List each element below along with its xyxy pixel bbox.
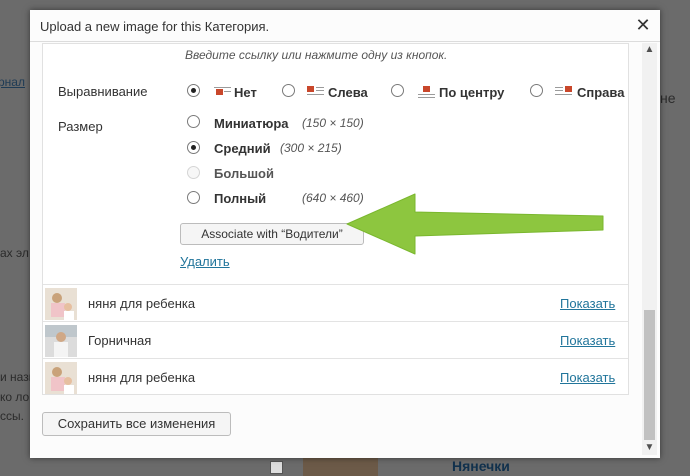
media-row: Горничная Показать [43,321,628,358]
alignment-center-radio[interactable] [391,84,404,97]
show-link[interactable]: Показать [560,296,615,311]
alignment-label: Выравнивание [58,84,148,99]
background-checkbox [270,461,283,474]
modal-header: Upload a new image for this Категория. ✕ [30,10,660,42]
background-text-fragment: не [660,90,676,106]
background-text-fragment: ко ло [0,390,30,404]
size-thumbnail-dims: (150 × 150) [302,116,364,130]
size-thumbnail-radio[interactable] [187,115,200,128]
background-link-fragment: рнал [0,75,25,89]
alignment-left-label: Слева [328,85,368,100]
background-text-fragment: ах эл [0,246,29,260]
media-title: няня для ребенка [88,370,196,385]
size-medium-radio[interactable] [187,141,200,154]
media-thumbnail [45,362,77,394]
media-title: няня для ребенка [88,296,196,311]
media-title: Горничная [88,333,152,348]
size-thumbnail-label: Миниатюра [214,116,289,131]
show-link[interactable]: Показать [560,333,615,348]
media-thumbnail [45,288,77,320]
size-full-radio[interactable] [187,191,200,204]
align-left-icon [307,86,324,98]
size-large-label: Большой [214,166,274,181]
show-link[interactable]: Показать [560,370,615,385]
size-full-label: Полный [214,191,267,206]
alignment-left-radio[interactable] [282,84,295,97]
alignment-none-label: Нет [234,85,257,100]
save-all-button[interactable]: Сохранить все изменения [42,412,231,436]
scroll-down-icon[interactable]: ▼ [642,441,657,455]
background-text-fragment: ссы. [0,409,24,423]
size-medium-dims: (300 × 215) [280,141,342,155]
media-thumbnail [45,325,77,357]
delete-link[interactable]: Удалить [180,254,230,269]
align-none-icon [214,86,231,98]
size-medium-label: Средний [214,141,271,156]
background-thumbnail [303,458,378,476]
media-row: няня для ребенка Показать [43,358,628,394]
close-icon[interactable]: ✕ [634,15,652,35]
alignment-none-radio[interactable] [187,84,200,97]
instruction-hint: Введите ссылку или нажмите одну из кнопо… [185,48,448,62]
background-heading: Нянечки [452,458,510,474]
size-large-radio [187,166,200,179]
green-arrow-icon [346,193,604,255]
modal-title: Upload a new image for this Категория. [40,19,270,34]
alignment-right-radio[interactable] [530,84,543,97]
align-center-icon [418,86,435,98]
associate-button[interactable]: Associate with “Водители” [180,223,364,245]
size-label: Размер [58,119,103,134]
scrollbar-thumb[interactable] [644,310,655,440]
scroll-up-icon[interactable]: ▲ [642,43,657,57]
alignment-center-label: По центру [439,85,505,100]
align-right-icon [555,86,572,98]
media-row: няня для ребенка Показать [43,284,628,321]
alignment-right-label: Справа [577,85,625,100]
modal-scrollbar[interactable]: ▲ ▼ [642,43,657,455]
